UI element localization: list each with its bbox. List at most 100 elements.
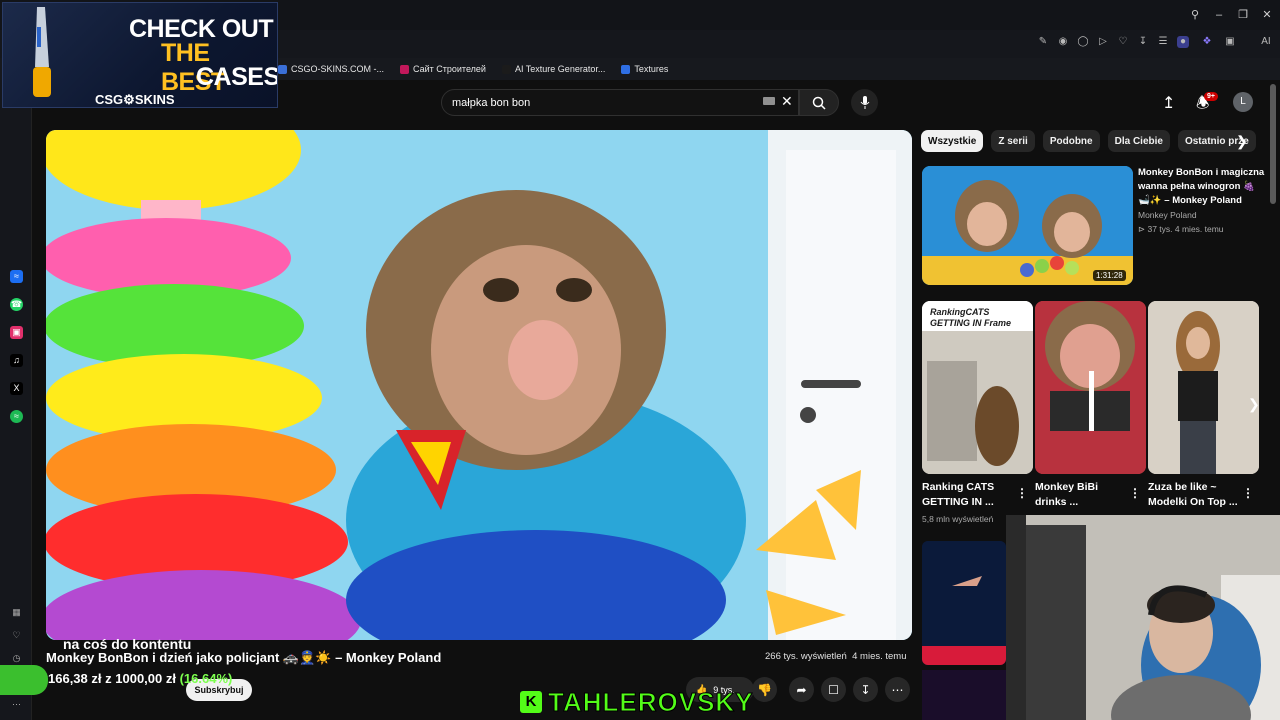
donation-separator: z [105,671,112,686]
share-button[interactable]: ➦ [789,677,814,702]
whatsapp-icon[interactable]: ☎ [10,298,23,311]
search-icon [812,96,826,110]
short-title[interactable]: Monkey BiBi drinks ... [1035,480,1125,510]
thumbnail-image [922,541,1006,665]
bookmark-icon: ☐ [828,682,839,697]
chevron-right-icon[interactable]: ❯ [1248,396,1260,413]
short-thumbnail[interactable] [1148,301,1259,474]
bookmark-icon [400,64,410,74]
more-vert-icon[interactable]: ⋮ [1016,486,1028,500]
webcam-overlay [1006,515,1280,720]
search-input[interactable]: małpka bon bon [441,89,799,116]
save-button[interactable]: ☐ [821,677,846,702]
heart-icon[interactable]: ♡ [10,629,23,642]
notification-badge: 9+ [1204,92,1218,101]
chip-similar[interactable]: Podobne [1042,130,1100,152]
spotify-icon[interactable]: ≈ [10,410,23,423]
restore-icon[interactable]: ❐ [1236,8,1250,22]
tiktok-icon[interactable]: ♫ [10,354,23,367]
clock-icon[interactable]: ◷ [10,652,23,665]
ad-brand: CSG⚙SKINS [95,92,175,107]
clear-search-icon[interactable]: ✕ [781,93,793,110]
knife-icon [33,7,51,97]
profile-icon[interactable]: ● [1177,36,1189,48]
view-count: 266 tys. wyświetleń [765,651,847,662]
chip-series[interactable]: Z serii [991,130,1035,152]
short-overlay-text: RankingCATS GETTING IN Frame [930,307,1012,328]
more-actions-button[interactable]: ⋯ [885,677,910,702]
recommended-video-thumbnail[interactable] [922,541,1006,665]
filter-chips: Wszystkie Z serii Podobne Dla Ciebie Ost… [921,130,1256,152]
bookmark-label: CSGO-SKINS.COM -... [291,64,385,74]
csgo-skins-ad[interactable]: CHECK OUT THE BEST CASES CSG⚙SKINS [2,2,278,108]
edit-icon[interactable]: ✎ [1037,36,1049,48]
thumbnail-image [1148,301,1259,474]
video-title: Monkey BonBon i dzień jako policjant 🚓👮☀… [46,650,442,665]
heart-icon[interactable]: ♡ [1117,36,1129,48]
bookmark-item[interactable]: Сайт Строителей [400,64,486,74]
video-duration: 1:31:28 [1093,270,1126,281]
instagram-icon[interactable]: ▣ [10,326,23,339]
account-avatar[interactable]: L [1233,92,1253,112]
bookmark-icon [501,64,511,74]
scrollbar[interactable] [1270,84,1276,204]
short-title[interactable]: Zuza be like ~ Modelki On Top ... [1148,480,1238,510]
recommended-video-title[interactable]: Monkey BonBon i magiczna wanna pełna win… [1138,166,1268,208]
messenger-icon[interactable]: ≈ [10,270,23,283]
more-vert-icon[interactable]: ⋮ [1129,486,1141,500]
camera-icon[interactable]: ◉ [1057,36,1069,48]
bookmark-item[interactable]: AI Texture Generator... [501,64,605,74]
chip-for-you[interactable]: Dla Ciebie [1107,130,1170,152]
close-window-icon[interactable]: ✕ [1260,8,1274,22]
donation-goal: 166,38 zł z 1000,00 zł (16.64%) [48,671,232,686]
ad-headline: CASES [196,63,278,91]
menu-icon[interactable]: ☰ [1157,36,1169,48]
cube-icon[interactable]: ▣ [1224,36,1236,48]
search-query: małpka bon bon [452,96,531,109]
x-icon[interactable]: X [10,382,23,395]
bookmark-label: Сайт Строителей [413,64,486,74]
video-meta: 266 tys. wyświetleń 4 mies. temu [765,651,907,662]
microphone-icon [860,95,869,109]
webcam-image [1006,515,1280,720]
bookmark-icon [621,64,631,74]
more-vert-icon[interactable]: ⋮ [1242,486,1254,500]
short-thumbnail[interactable] [1035,301,1146,474]
voice-search-button[interactable] [851,89,878,116]
recommended-channel[interactable]: Monkey Poland [1138,210,1197,220]
more-icon[interactable]: ⋯ [10,698,23,711]
shield-icon[interactable]: ◯ [1077,36,1089,48]
chevron-right-icon[interactable]: ❯ [1236,133,1248,150]
search-icon[interactable]: ⚲ [1188,8,1202,22]
minimize-icon[interactable]: – [1212,8,1226,22]
share-icon: ➦ [796,682,807,697]
extension-icon[interactable]: ❖ [1201,36,1213,48]
thumbnail-image [1035,301,1146,474]
streamer-name: TAHLEROVSKY [548,686,754,717]
donation-current: 166,38 zł [48,671,102,686]
upload-icon[interactable]: ↥ [1162,93,1175,113]
donation-progress-bar [0,665,48,695]
recommended-video-thumbnail[interactable] [922,166,1133,285]
short-title[interactable]: Ranking CATS GETTING IN ... [922,480,1012,510]
recommended-video-thumbnail[interactable] [922,670,1006,720]
recommended-stats: ⊳ 37 tys. 4 mies. temu [1138,224,1224,234]
kick-logo-icon: K [520,691,542,713]
dislike-button[interactable]: 👎 [752,677,777,702]
bookmark-item[interactable]: Textures [621,64,668,74]
chip-all[interactable]: Wszystkie [921,130,984,152]
keyboard-icon[interactable] [763,97,775,105]
bookmark-item[interactable]: CSGO-SKINS.COM -... [278,64,384,74]
thumbs-down-icon: 👎 [757,682,772,697]
video-player[interactable] [46,130,912,640]
search-button[interactable] [799,89,839,116]
browser-side-rail: ≈ ☎ ▣ ♫ X ≈ ▦ ♡ ◷ ⋯ [0,80,32,720]
download-button[interactable]: ↧ [853,677,878,702]
thumbnail-image [922,166,1133,285]
ai-icon[interactable]: AI [1256,36,1276,48]
grid-icon[interactable]: ▦ [10,606,23,619]
donation-target: 1000,00 zł [115,671,176,686]
donation-percent: (16.64%) [179,671,233,686]
download-icon[interactable]: ↧ [1137,36,1149,48]
play-icon[interactable]: ▷ [1097,36,1109,48]
